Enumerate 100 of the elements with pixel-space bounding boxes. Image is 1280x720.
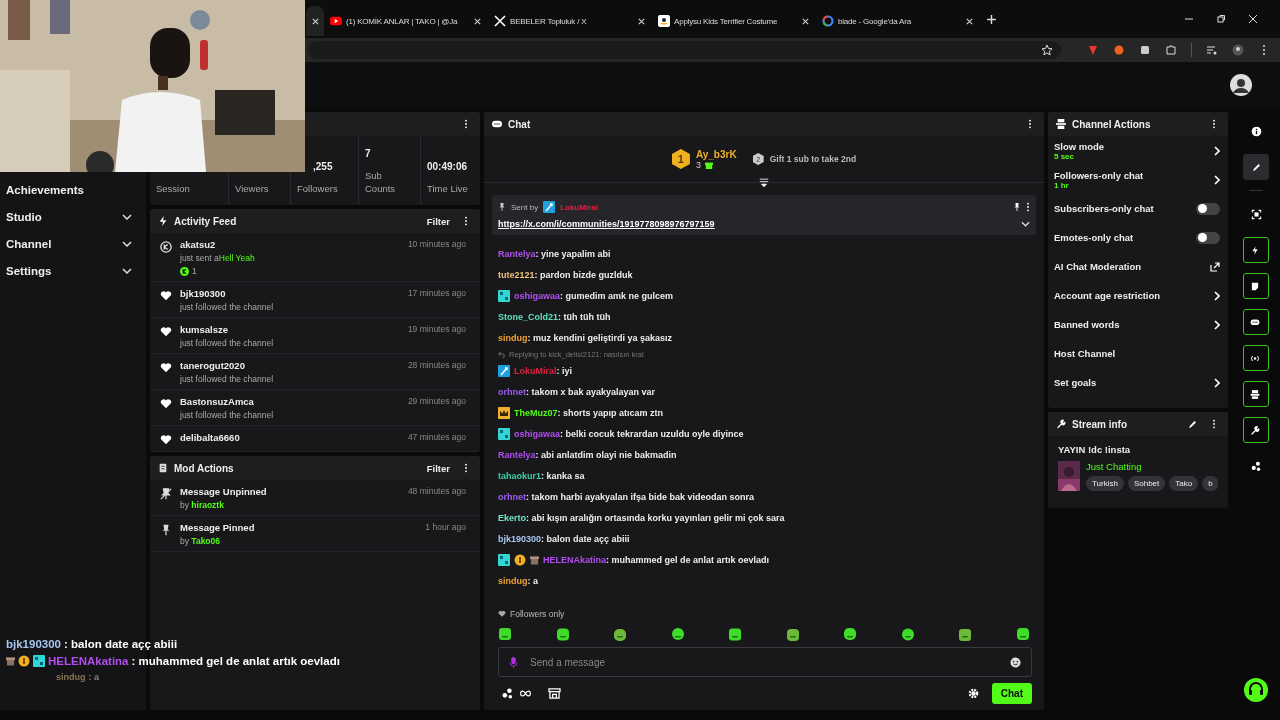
restore-icon[interactable] — [1216, 14, 1226, 24]
nav-item[interactable]: Studio — [0, 203, 146, 230]
wrench-icon[interactable] — [1243, 417, 1269, 443]
filter-button[interactable]: Filter — [418, 462, 458, 474]
toggle-switch[interactable] — [1196, 202, 1220, 215]
sword-badge-icon — [543, 201, 556, 213]
microphone-icon[interactable] — [509, 655, 518, 669]
channel-action[interactable]: Emotes-only chat — [1048, 223, 1228, 252]
infinity-icon[interactable] — [519, 688, 532, 699]
channel-action[interactable]: Banned words — [1048, 310, 1228, 339]
emote-icon[interactable] — [900, 627, 915, 641]
channel-action[interactable]: Host Channel — [1048, 339, 1228, 368]
media-icon[interactable] — [1206, 44, 1218, 56]
chat-send-button[interactable]: Chat — [991, 683, 1032, 704]
browser-tab[interactable]: Applysu Kids Terrifier Costume — [652, 6, 816, 36]
close-icon[interactable] — [473, 16, 482, 26]
settings-icon[interactable] — [966, 688, 980, 699]
edit-icon[interactable] — [1187, 418, 1198, 430]
emote-icon[interactable] — [613, 627, 628, 641]
gems-icon[interactable] — [502, 688, 515, 699]
broadcast-icon[interactable] — [1243, 345, 1269, 371]
filter-button[interactable]: Filter — [418, 215, 458, 227]
more-icon[interactable] — [464, 463, 468, 473]
browser-tab[interactable]: blade - Google'da Ara — [816, 6, 980, 36]
toggle-switch[interactable] — [1196, 231, 1220, 244]
username: kumsalsze — [180, 324, 230, 335]
avatar-icon[interactable] — [1230, 74, 1252, 96]
chat-icon[interactable] — [1243, 309, 1269, 335]
more-icon[interactable] — [464, 216, 468, 226]
close-icon[interactable] — [965, 16, 974, 26]
panel-title: Mod Actions — [174, 462, 234, 474]
channel-action[interactable]: AI Chat Moderation — [1048, 252, 1228, 281]
star-icon[interactable] — [1041, 44, 1053, 56]
channel-action[interactable]: Account age restriction — [1048, 281, 1228, 310]
channel-action[interactable]: Set goals — [1048, 368, 1228, 397]
tag[interactable]: Sohbet — [1127, 476, 1166, 491]
browser-tab[interactable]: BEBELER Topluluk / X — [488, 6, 652, 36]
category-link[interactable]: Just Chatting — [1086, 461, 1218, 472]
emote-icon[interactable] — [670, 627, 685, 641]
extension-icon[interactable] — [1139, 44, 1151, 56]
pencil-icon[interactable] — [1243, 154, 1269, 180]
gift-count: 3 — [695, 159, 701, 170]
action-title: Message Pinned — [180, 522, 256, 533]
nav-item[interactable]: Channel — [0, 230, 146, 257]
action-value: 1 hr — [1054, 180, 1069, 190]
extension-icon[interactable] — [1113, 44, 1125, 56]
close-icon[interactable] — [1248, 14, 1258, 24]
stat-label: Followers — [297, 182, 339, 195]
more-icon[interactable] — [1212, 119, 1216, 129]
badge-icon — [498, 427, 510, 440]
message-text-input[interactable]: Send a message — [528, 655, 1000, 669]
overlay-chat-message: bjk190300 : balon date açç abiii — [6, 638, 178, 650]
profile-icon[interactable] — [1232, 44, 1244, 56]
chevron-down-icon[interactable] — [1021, 221, 1030, 227]
username: Ay_b3rK — [695, 148, 737, 160]
nav-item[interactable]: Settings — [0, 257, 146, 284]
headset-icon[interactable] — [1244, 678, 1268, 702]
pin-icon[interactable] — [1013, 202, 1021, 212]
more-icon[interactable] — [1212, 419, 1216, 429]
emote-icon[interactable] — [555, 627, 570, 641]
chat-message: Rantelya: yine yapalim abi — [498, 248, 611, 259]
new-tab-icon[interactable] — [986, 13, 997, 25]
chat-message: bjk190300: balon date açç abiii — [498, 533, 630, 544]
bolt-icon[interactable] — [1243, 237, 1269, 263]
store-icon[interactable] — [548, 688, 561, 699]
close-icon[interactable] — [311, 16, 320, 26]
tab-title: Applysu Kids Terrifier Costume — [674, 16, 778, 26]
tag[interactable]: b — [1202, 476, 1218, 491]
username: LokuMiral — [560, 202, 598, 212]
close-icon[interactable] — [637, 16, 646, 26]
layout-icon[interactable] — [1243, 381, 1269, 407]
emote-icon[interactable] — [498, 627, 512, 641]
message-input[interactable]: Send a message — [498, 647, 1032, 677]
chevron-down-icon — [122, 213, 132, 220]
emote-icon[interactable] — [843, 627, 858, 641]
nav-item[interactable]: Achievements — [0, 176, 146, 203]
channel-action[interactable]: Subscribers-only chat — [1048, 194, 1228, 223]
browser-tab[interactable]: (1) KOMİK ANLAR | TAKO | @Ja — [324, 6, 488, 36]
username: BastonsuzAmca — [180, 396, 255, 407]
puzzle-icon[interactable] — [1165, 44, 1177, 56]
more-icon[interactable] — [1026, 202, 1030, 212]
browser-tab[interactable] — [306, 6, 324, 36]
coin-badge-icon — [18, 655, 30, 667]
note-icon[interactable] — [1243, 273, 1269, 299]
heart-icon — [160, 290, 172, 302]
heart-icon — [160, 362, 172, 374]
emote-icon[interactable] — [785, 627, 800, 641]
close-icon[interactable] — [801, 16, 810, 26]
more-icon[interactable] — [464, 119, 468, 129]
channel-action[interactable]: Followers-only chat 1 hr — [1048, 165, 1228, 194]
pinned-link[interactable]: https://x.com/i/communities/1919778098976797159 — [498, 219, 715, 229]
channel-action[interactable]: Slow mode 5 sec — [1048, 136, 1228, 165]
scroll-down-icon[interactable] — [759, 178, 769, 187]
more-icon[interactable] — [1028, 119, 1032, 129]
emote-icon[interactable] — [958, 627, 973, 641]
emote-icon[interactable] — [1015, 627, 1030, 641]
tag[interactable]: Turkish — [1086, 476, 1124, 491]
tag[interactable]: Tako — [1169, 476, 1199, 491]
emote-icon[interactable] — [728, 627, 743, 641]
emoji-icon[interactable] — [1010, 656, 1021, 668]
